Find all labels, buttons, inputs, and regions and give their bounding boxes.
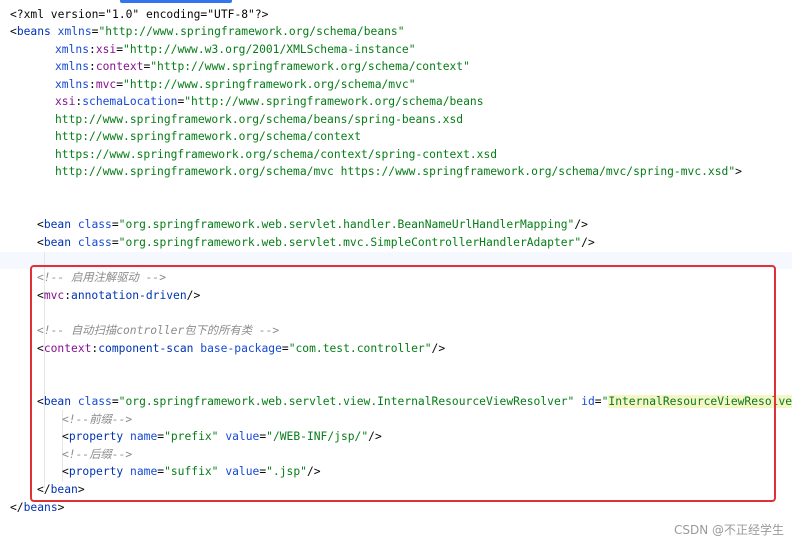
code-line: <bean class="org.springframework.web.ser… — [37, 234, 595, 251]
xml-tag-name: bean — [43, 236, 72, 249]
xml-punctuation: /> — [581, 236, 595, 249]
xml-attribute-name: xmlns — [55, 60, 90, 73]
xml-punctuation — [71, 218, 78, 231]
xml-declaration: <?xml version="1.0" encoding="UTF-8"?> — [10, 8, 269, 21]
code-line: xmlns:xsi="http://www.w3.org/2001/XMLSch… — [55, 41, 416, 58]
xml-punctuation: > — [57, 501, 65, 514]
xml-punctuation: </ — [10, 501, 24, 514]
xml-punctuation: > — [735, 165, 742, 178]
xml-punctuation: < — [37, 236, 44, 249]
xml-attribute-value: https://www.springframework.org/schema/c… — [55, 148, 498, 161]
code-line: http://www.springframework.org/schema/mv… — [55, 163, 742, 180]
xml-punctuation: < — [37, 218, 44, 231]
red-annotation-box — [30, 265, 776, 502]
code-line: http://www.springframework.org/schema/be… — [55, 111, 463, 128]
code-line: <beans xmlns="http://www.springframework… — [10, 23, 405, 40]
xml-punctuation: = — [111, 236, 119, 249]
xml-attribute-value: "org.springframework.web.servlet.mvc.Sim… — [118, 236, 582, 249]
xml-attribute-value: http://www.springframework.org/schema/mv… — [55, 165, 736, 178]
scroll-indicator — [120, 0, 232, 3]
xml-punctuation — [51, 25, 58, 38]
code-line: http://www.springframework.org/schema/co… — [55, 128, 361, 145]
code-line: xmlns:mvc="http://www.springframework.or… — [55, 76, 416, 93]
xml-punctuation: /> — [574, 218, 588, 231]
xml-attribute-name: class — [77, 236, 112, 249]
xml-attribute-value: "org.springframework.web.servlet.handler… — [118, 218, 575, 231]
code-line: https://www.springframework.org/schema/c… — [55, 146, 497, 163]
xml-punctuation: = — [111, 218, 119, 231]
xml-tag-name: beans — [16, 25, 51, 38]
code-line: <bean class="org.springframework.web.ser… — [37, 216, 588, 233]
code-line: xsi:schemaLocation="http://www.springfra… — [55, 93, 484, 110]
code-editor[interactable]: <?xml version="1.0" encoding="UTF-8"?> <… — [0, 0, 792, 546]
xml-attribute-value: http://www.springframework.org/schema/co… — [55, 130, 362, 143]
xml-attribute-value: "http://www.springframework.org/schema/c… — [150, 60, 470, 73]
xml-punctuation: : — [89, 78, 96, 91]
xml-namespace-prefix: mvc — [95, 78, 117, 91]
xml-punctuation: < — [10, 25, 17, 38]
xml-tag-name: beans — [23, 501, 58, 514]
xml-attribute-name: class — [77, 218, 112, 231]
xml-attribute-value: "http://www.springframework.org/schema/b… — [184, 95, 484, 108]
xml-attribute-value: "http://www.w3.org/2001/XMLSchema-instan… — [123, 43, 416, 56]
xml-attribute-name: xmlns — [55, 78, 90, 91]
xml-punctuation: : — [89, 60, 96, 73]
xml-punctuation: : — [89, 43, 96, 56]
xml-punctuation — [71, 236, 78, 249]
xml-namespace-prefix: context — [95, 60, 144, 73]
watermark: CSDN @不正经学生 — [673, 523, 784, 537]
xml-attribute-value: http://www.springframework.org/schema/be… — [55, 113, 464, 126]
xml-namespace-prefix: xsi — [95, 43, 117, 56]
code-line: xmlns:context="http://www.springframewor… — [55, 58, 470, 75]
xml-attribute-value: "http://www.springframework.org/schema/b… — [98, 25, 405, 38]
xml-attribute-name: schemaLocation — [82, 95, 178, 108]
xml-tag-name: bean — [43, 218, 72, 231]
xml-attribute-value: "http://www.springframework.org/schema/m… — [123, 78, 416, 91]
code-line: <?xml version="1.0" encoding="UTF-8"?> — [10, 6, 268, 23]
xml-attribute-name: xmlns — [55, 43, 90, 56]
xml-attribute-name: xmlns — [57, 25, 92, 38]
xml-namespace-prefix: xsi — [55, 95, 76, 108]
